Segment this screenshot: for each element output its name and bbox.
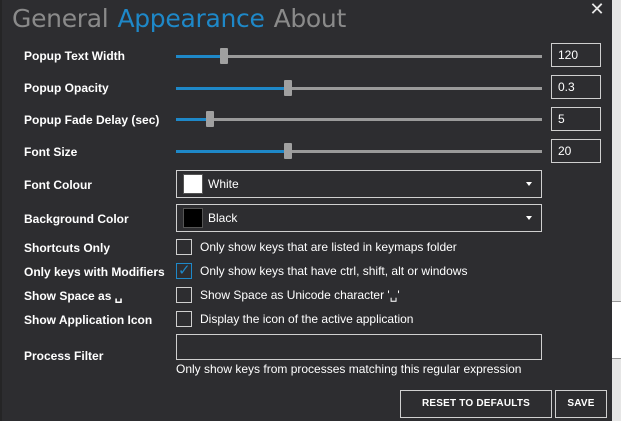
popup-fade-delay-label: Popup Fade Delay (sec) (24, 113, 160, 127)
tab-general[interactable]: General (12, 2, 109, 36)
popup-fade-delay-slider[interactable] (176, 111, 542, 127)
only-modifiers-label: Only keys with Modifiers (24, 265, 165, 279)
only-modifiers-description: Only show keys that have ctrl, shift, al… (200, 264, 468, 278)
reset-to-defaults-button[interactable]: RESET TO DEFAULTS (400, 390, 552, 418)
chevron-down-icon (526, 216, 532, 220)
settings-window: General Appearance About ✕ Popup Text Widt… (2, 0, 612, 421)
show-space-label: Show Space as ␣ (24, 289, 123, 303)
tab-bar: General Appearance About (12, 2, 355, 36)
process-filter-label: Process Filter (24, 349, 104, 363)
font-size-label: Font Size (24, 145, 78, 159)
slider-fill (176, 87, 288, 90)
close-icon[interactable]: ✕ (588, 0, 606, 18)
checkmark-icon: ✓ (178, 262, 191, 279)
font-colour-value: White (208, 177, 239, 191)
slider-thumb[interactable] (206, 111, 215, 127)
background-color-swatch (183, 208, 203, 228)
checkbox-box[interactable]: ✓ (176, 262, 192, 279)
font-colour-swatch (183, 174, 203, 194)
shortcuts-only-description: Only show keys that are listed in keymap… (200, 240, 457, 254)
checkbox-box[interactable] (176, 239, 192, 255)
popup-opacity-input[interactable]: 0.3 (551, 75, 601, 99)
save-button[interactable]: SAVE (555, 390, 607, 418)
font-colour-dropdown[interactable]: White (176, 170, 542, 198)
background-window-edge (612, 0, 621, 421)
background-color-dropdown[interactable]: Black (176, 204, 542, 232)
background-color-label: Background Color (24, 212, 129, 226)
slider-thumb[interactable] (283, 80, 292, 96)
font-size-input[interactable]: 20 (551, 139, 601, 163)
popup-text-width-slider[interactable] (176, 48, 542, 64)
shortcuts-only-label: Shortcuts Only (24, 241, 111, 255)
popup-fade-delay-input[interactable]: 5 (551, 107, 601, 131)
chevron-down-icon (526, 182, 532, 186)
process-filter-hint: Only show keys from processes matching t… (176, 362, 522, 376)
process-filter-input[interactable] (176, 334, 542, 360)
font-size-slider[interactable] (176, 143, 542, 159)
slider-track (176, 118, 542, 121)
slider-fill (176, 55, 224, 58)
slider-track (176, 55, 542, 58)
slider-thumb[interactable] (219, 48, 228, 64)
checkbox-box[interactable] (176, 287, 192, 303)
popup-text-width-label: Popup Text Width (24, 49, 125, 63)
popup-opacity-label: Popup Opacity (24, 81, 109, 95)
slider-fill (176, 118, 211, 121)
slider-thumb[interactable] (283, 143, 292, 159)
show-application-icon-description: Display the icon of the active applicati… (200, 312, 414, 326)
checkbox-box[interactable] (176, 311, 192, 327)
font-colour-label: Font Colour (24, 178, 92, 192)
popup-text-width-input[interactable]: 120 (551, 43, 601, 67)
tab-appearance[interactable]: Appearance (117, 2, 264, 36)
show-application-icon-label: Show Application Icon (24, 313, 153, 327)
show-space-description: Show Space as Unicode character '␣' (200, 288, 400, 302)
slider-fill (176, 150, 288, 153)
tab-about[interactable]: About (274, 2, 347, 36)
background-window-panel (612, 301, 621, 359)
background-color-value: Black (208, 211, 238, 225)
popup-opacity-slider[interactable] (176, 80, 542, 96)
